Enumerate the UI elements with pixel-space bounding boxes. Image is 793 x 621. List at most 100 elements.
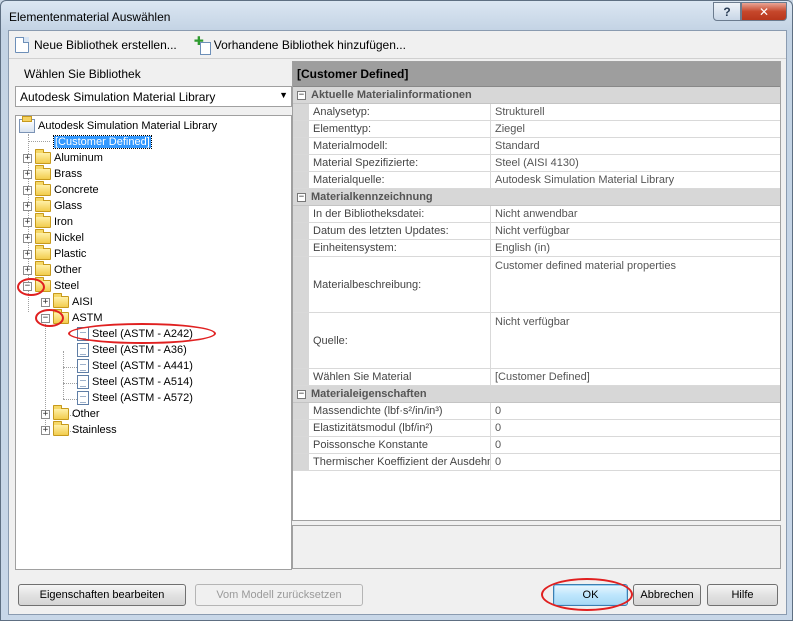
folder-icon (53, 405, 69, 420)
tree-folder[interactable]: + Iron (23, 213, 73, 230)
tree-folder-label: Steel (54, 280, 80, 292)
property-row[interactable]: In der Bibliotheksdatei: Nicht anwendbar (293, 206, 780, 223)
category-properties[interactable]: − Materialeigenschaften (293, 386, 780, 403)
folder-icon (35, 165, 51, 180)
collapse-icon[interactable]: − (297, 192, 306, 202)
title-help-button[interactable]: ? (713, 2, 741, 21)
expand-icon[interactable]: + (23, 153, 32, 163)
property-key: Material Spezifizierte: (309, 155, 491, 171)
property-key: Wählen Sie Material (309, 369, 491, 385)
property-key: Elastizitätsmodul (lbf/in²) (309, 420, 491, 436)
property-row[interactable]: Poissonsche Konstante 0 (293, 437, 780, 454)
help-button[interactable]: Hilfe (707, 584, 778, 606)
tree-item-custom[interactable]: [Customer Defined] (53, 134, 152, 150)
property-value: English (in) (495, 242, 551, 254)
property-row-source[interactable]: Quelle: Nicht verfügbar (293, 313, 780, 369)
tree-folder-other[interactable]: + Other (41, 405, 100, 422)
tree-item-material[interactable]: Steel (ASTM - A572) (77, 390, 193, 406)
expand-icon[interactable]: + (41, 409, 50, 419)
material-file-icon (77, 343, 89, 357)
edit-properties-button[interactable]: Eigenschaften bearbeiten (18, 584, 186, 606)
new-library-button[interactable]: Neue Bibliothek erstellen... (15, 36, 177, 53)
property-row[interactable]: Elastizitätsmodul (lbf/in²) 0 (293, 420, 780, 437)
tree-folder[interactable]: + Nickel (23, 229, 84, 246)
property-row[interactable]: Analysetyp: Strukturell (293, 104, 780, 121)
tree-item-material[interactable]: Steel (ASTM - A441) (77, 358, 193, 374)
expand-icon[interactable]: + (23, 265, 32, 275)
expand-icon[interactable]: + (23, 185, 32, 195)
tree-folder[interactable]: + Plastic (23, 245, 87, 262)
property-value: 0 (495, 405, 502, 417)
tree-item-label: Steel (ASTM - A572) (92, 392, 193, 404)
property-value: Strukturell (495, 106, 545, 118)
tree-folder-label: Concrete (54, 184, 99, 196)
expand-icon[interactable]: + (23, 201, 32, 211)
property-row[interactable]: Material Spezifizierte: Steel (AISI 4130… (293, 155, 780, 172)
tree-root[interactable]: Autodesk Simulation Material Library (19, 116, 217, 134)
tree-folder-label: Other (54, 264, 82, 276)
highlight-ring (35, 309, 64, 327)
category-identification[interactable]: − Materialkennzeichnung (293, 189, 780, 206)
collapse-icon[interactable]: − (297, 90, 306, 100)
property-row[interactable]: Einheitensystem: English (in) (293, 240, 780, 257)
property-value: [Customer Defined] (495, 371, 590, 383)
expand-icon[interactable]: + (23, 217, 32, 227)
property-value: Nicht verfügbar (495, 225, 570, 237)
cancel-button[interactable]: Abbrechen (633, 584, 701, 606)
tree-folder[interactable]: + Brass (23, 165, 82, 182)
category-label: Materialeigenschaften (311, 388, 427, 400)
folder-icon (35, 245, 51, 260)
folder-icon (35, 149, 51, 164)
tree-folder-aisi[interactable]: + AISI (41, 293, 93, 310)
tree-folder-stainless[interactable]: + Stainless (41, 421, 117, 438)
property-row[interactable]: Wählen Sie Material [Customer Defined] (293, 369, 780, 386)
property-value: Nicht anwendbar (495, 208, 578, 220)
dialog-client: Neue Bibliothek erstellen... Vorhandene … (8, 30, 787, 615)
material-tree[interactable]: Autodesk Simulation Material Library [Cu… (15, 115, 292, 570)
add-library-button[interactable]: Vorhandene Bibliothek hinzufügen... (194, 34, 406, 55)
expand-icon[interactable]: + (41, 297, 50, 307)
tree-item-material[interactable]: Steel (ASTM - A514) (77, 374, 193, 390)
property-value: 0 (495, 422, 502, 434)
property-key: Elementtyp: (309, 121, 491, 137)
property-row-description[interactable]: Materialbeschreibung: Customer defined m… (293, 257, 780, 313)
property-row[interactable]: Materialmodell: Standard (293, 138, 780, 155)
property-row[interactable]: Elementtyp: Ziegel (293, 121, 780, 138)
tree-folder[interactable]: + Glass (23, 197, 82, 214)
expand-icon[interactable]: + (23, 169, 32, 179)
window-title: Elementenmaterial Auswählen (9, 10, 171, 24)
property-row[interactable]: Thermischer Koeffizient der Ausdehnung 0 (293, 454, 780, 471)
material-file-icon (77, 359, 89, 373)
property-row[interactable]: Materialquelle: Autodesk Simulation Mate… (293, 172, 780, 189)
folder-icon (35, 213, 51, 228)
expand-icon[interactable]: + (41, 425, 50, 435)
chevron-down-icon[interactable]: ▼ (279, 90, 288, 100)
reset-from-model-button[interactable]: Vom Modell zurücksetzen (195, 584, 363, 606)
category-current-info[interactable]: − Aktuelle Materialinformationen (293, 87, 780, 104)
property-row[interactable]: Massendichte (lbf·s²/in/in³) 0 (293, 403, 780, 420)
material-file-icon (77, 391, 89, 405)
property-value: Ziegel (495, 123, 525, 135)
property-panel-header: [Customer Defined] (293, 62, 780, 87)
collapse-icon[interactable]: − (297, 389, 306, 399)
property-value: Steel (AISI 4130) (495, 157, 579, 169)
highlight-ring (17, 278, 45, 296)
property-row[interactable]: Datum des letzten Updates: Nicht verfügb… (293, 223, 780, 240)
tree-folder-label: Plastic (54, 248, 87, 260)
tree-folder[interactable]: + Concrete (23, 181, 99, 198)
property-key: Poissonsche Konstante (309, 437, 491, 453)
folder-icon (53, 421, 69, 436)
description-area (292, 525, 781, 569)
tree-folder-label: Stainless (72, 424, 117, 436)
expand-icon[interactable]: + (23, 249, 32, 259)
tree-folder-label: ASTM (72, 312, 103, 324)
new-library-label: Neue Bibliothek erstellen... (34, 37, 177, 52)
expand-icon[interactable]: + (23, 233, 32, 243)
property-value: 0 (495, 456, 502, 468)
property-value: 0 (495, 439, 502, 451)
tree-folder[interactable]: + Other (23, 261, 82, 278)
tree-item-material[interactable]: Steel (ASTM - A36) (77, 342, 187, 358)
title-close-button[interactable]: ✕ (741, 2, 787, 21)
tree-folder[interactable]: + Aluminum (23, 149, 103, 166)
library-select[interactable]: Autodesk Simulation Material Library ▼ (15, 86, 292, 107)
